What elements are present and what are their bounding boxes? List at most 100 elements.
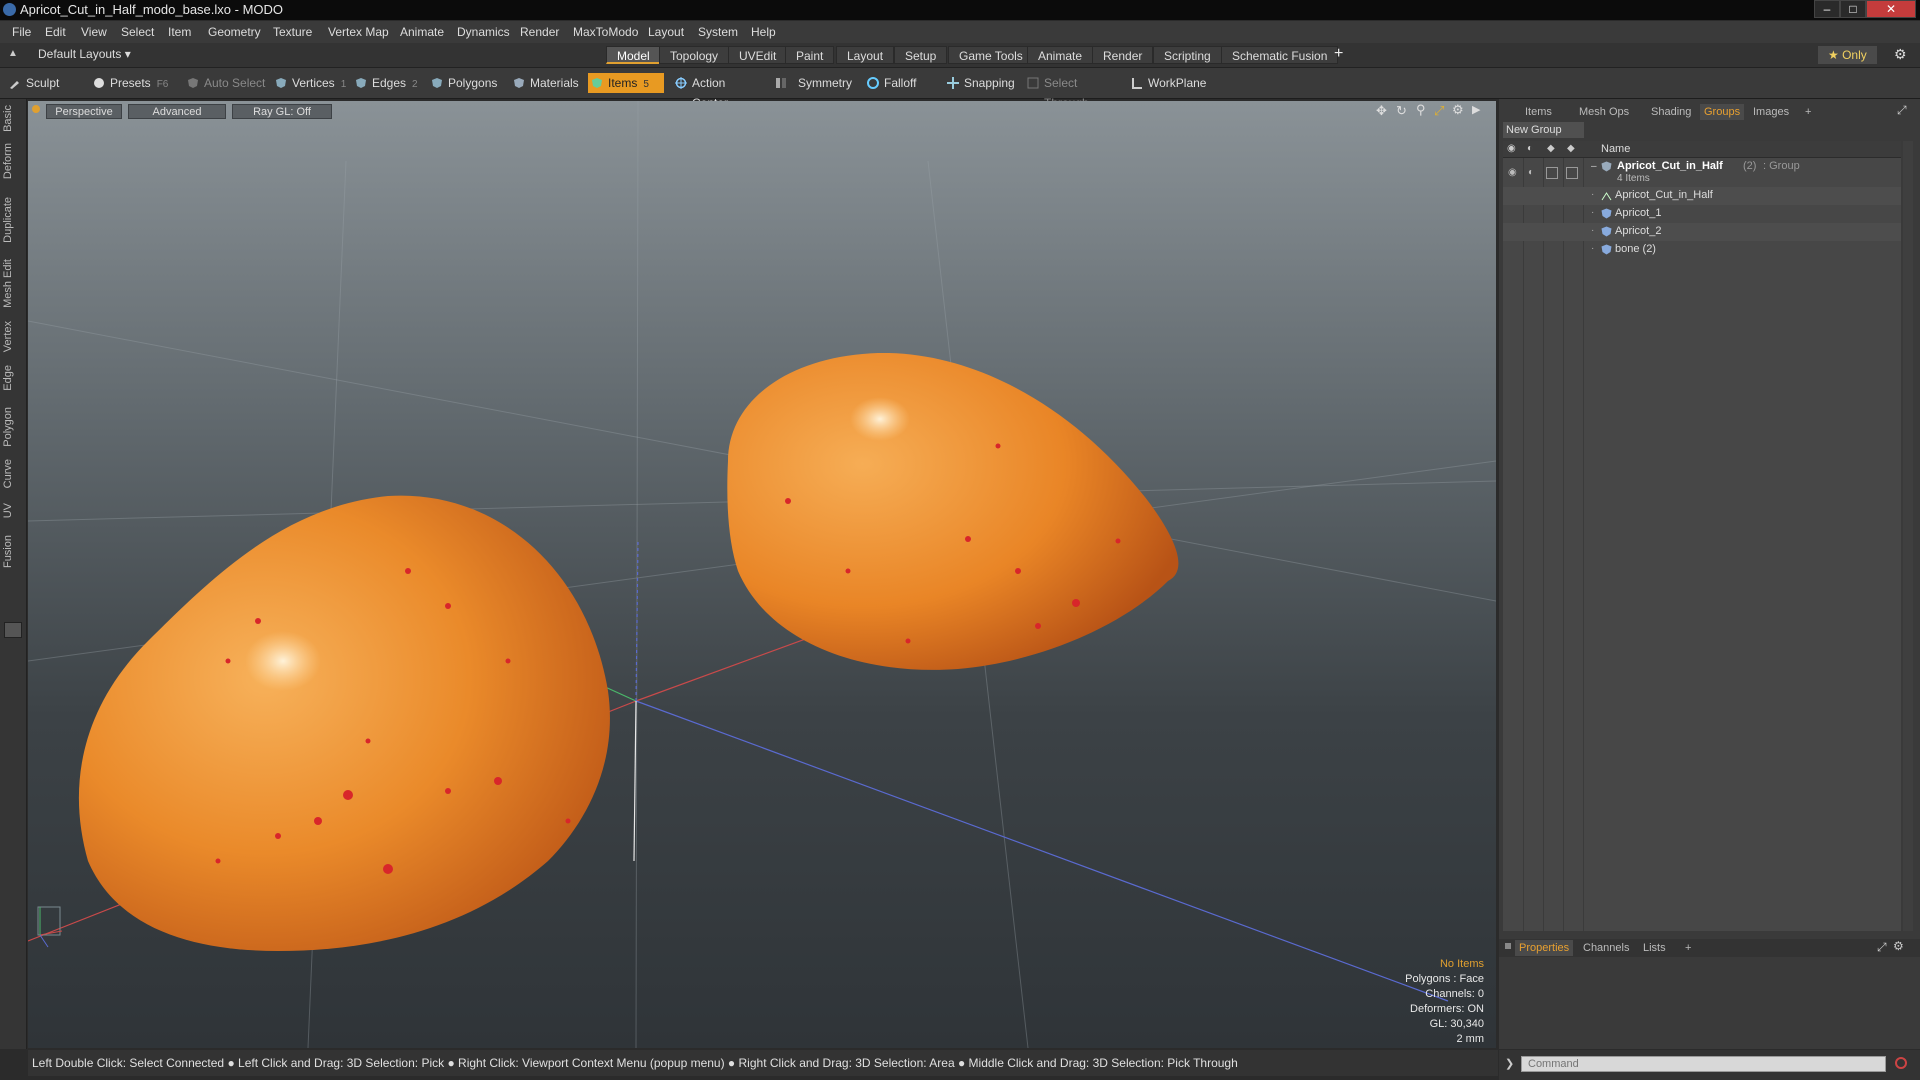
add-panel-tab-button[interactable]: + — [1801, 104, 1815, 120]
tab-paint[interactable]: Paint — [785, 46, 835, 64]
menu-dynamics[interactable]: Dynamics — [457, 25, 510, 39]
snapping-button[interactable]: Snapping — [944, 73, 1024, 93]
sculpt-label: Sculpt — [26, 76, 60, 90]
gear-icon[interactable]: ⚙ — [1894, 46, 1907, 63]
command-input[interactable] — [1521, 1056, 1886, 1072]
group-render-toggle[interactable]: ◐ — [1528, 167, 1534, 178]
materials-button[interactable]: Materials — [510, 73, 584, 93]
workplane-button[interactable]: WorkPlane — [1128, 73, 1212, 93]
close-button[interactable]: ✕ — [1866, 0, 1916, 18]
polygons-button[interactable]: Polygons — [428, 73, 502, 93]
select-through-button[interactable]: Select Through — [1024, 73, 1122, 110]
polygons-label: Polygons — [448, 76, 498, 90]
group-select-toggle[interactable] — [1566, 167, 1578, 179]
items-button[interactable]: Items 5 — [588, 73, 664, 93]
tab-uvedit[interactable]: UVEdit — [728, 46, 788, 64]
command-history-icon[interactable]: ❯ — [1505, 1057, 1514, 1070]
menu-vertex-map[interactable]: Vertex Map — [328, 25, 389, 39]
action-center-button[interactable]: Action Center — [672, 73, 764, 110]
menu-maxtomodo[interactable]: MaxToModo — [573, 25, 638, 39]
menu-layout[interactable]: Layout — [648, 25, 684, 39]
tab-model[interactable]: Model — [606, 46, 661, 64]
group-member-row[interactable]: · Apricot_2 — [1503, 223, 1901, 241]
tab-uv[interactable]: UV — [2, 503, 22, 518]
menu-view[interactable]: View — [81, 25, 107, 39]
group-lock-toggle[interactable] — [1546, 167, 1558, 179]
vertices-button[interactable]: Vertices 1 — [272, 73, 346, 93]
tab-layout[interactable]: Layout — [836, 46, 895, 64]
layout-icon[interactable]: ▲ — [8, 48, 18, 59]
symmetry-button[interactable]: Symmetry — [772, 73, 852, 93]
auto-select-button[interactable]: Auto Select — [184, 73, 268, 93]
group-member-row[interactable]: · Apricot_1 — [1503, 205, 1901, 223]
tab-polygon[interactable]: Polygon — [2, 407, 22, 447]
new-group-button[interactable]: New Group — [1503, 122, 1584, 138]
props-gear-icon[interactable]: ⚙ — [1893, 939, 1904, 953]
add-tab-button[interactable]: + — [1334, 45, 1343, 63]
add-props-tab-button[interactable]: + — [1681, 940, 1695, 956]
panel-toggle-button[interactable] — [4, 622, 22, 638]
menu-render[interactable]: Render — [520, 25, 559, 39]
tab-channels[interactable]: Channels — [1579, 940, 1633, 956]
name-column-header[interactable]: Name — [1601, 143, 1630, 155]
tab-shading[interactable]: Shading — [1647, 104, 1695, 120]
maximize-button[interactable]: □ — [1840, 0, 1866, 18]
tab-curve[interactable]: Curve — [2, 459, 22, 488]
tab-groups[interactable]: Groups — [1700, 104, 1745, 120]
tab-vertex[interactable]: Vertex — [2, 321, 22, 352]
lock-icon[interactable]: ◆ — [1547, 143, 1555, 154]
falloff-button[interactable]: Falloff — [864, 73, 936, 93]
minimize-button[interactable]: – — [1814, 0, 1840, 18]
apricot-half-left[interactable] — [78, 495, 610, 951]
menu-file[interactable]: File — [12, 25, 31, 39]
record-icon[interactable] — [1895, 1057, 1907, 1069]
eye-icon[interactable]: ◉ — [1507, 143, 1516, 154]
layout-select[interactable]: Default Layouts ▾ — [38, 47, 131, 61]
tab-edge[interactable]: Edge — [2, 365, 22, 391]
group-member-row[interactable]: · Apricot_Cut_in_Half — [1503, 187, 1901, 205]
group-row[interactable]: ◉ ◐ – Apricot_Cut_in_Half (2) : Group 4 … — [1503, 159, 1901, 187]
items-icon — [592, 78, 602, 88]
tab-topology[interactable]: Topology — [659, 46, 730, 64]
group-visibility-toggle[interactable]: ◉ — [1508, 167, 1517, 178]
menu-texture[interactable]: Texture — [273, 25, 312, 39]
tab-images[interactable]: Images — [1749, 104, 1793, 120]
groups-scrollbar[interactable] — [1903, 141, 1913, 931]
select-icon[interactable]: ◆ — [1567, 143, 1575, 154]
apricot-half-right[interactable] — [727, 352, 1179, 670]
tab-scripting[interactable]: Scripting — [1153, 46, 1222, 64]
3d-viewport[interactable]: Perspective Advanced Ray GL: Off ✥ ↻ ⚲ ⤢… — [28, 101, 1496, 1048]
tab-setup[interactable]: Setup — [894, 46, 948, 64]
tab-deform[interactable]: Deform — [2, 143, 22, 179]
tab-properties[interactable]: Properties — [1515, 940, 1574, 956]
scene-canvas[interactable] — [28, 101, 1496, 1048]
render-icon[interactable]: ◐ — [1527, 143, 1533, 154]
menu-edit[interactable]: Edit — [45, 25, 66, 39]
tab-schematic-fusion[interactable]: Schematic Fusion — [1221, 46, 1339, 64]
tab-lists[interactable]: Lists — [1639, 940, 1670, 956]
only-toggle[interactable]: ★ Only — [1818, 46, 1877, 64]
tab-mesh-edit[interactable]: Mesh Edit — [2, 259, 22, 308]
menu-select[interactable]: Select — [121, 25, 154, 39]
presets-button[interactable]: Presets F6 — [90, 73, 176, 93]
tab-fusion[interactable]: Fusion — [2, 535, 22, 568]
tab-basic[interactable]: Basic — [2, 105, 22, 132]
group-member-row[interactable]: · bone (2) — [1503, 241, 1901, 259]
tab-animate[interactable]: Animate — [1027, 46, 1094, 64]
collapse-icon[interactable]: – — [1591, 161, 1597, 172]
tab-items[interactable]: Items — [1521, 104, 1556, 120]
menu-help[interactable]: Help — [751, 25, 776, 39]
tab-game-tools[interactable]: Game Tools — [948, 46, 1034, 64]
menu-system[interactable]: System — [698, 25, 738, 39]
expand-icon[interactable]: ⤢ — [1897, 103, 1907, 118]
tab-duplicate[interactable]: Duplicate — [2, 197, 22, 243]
tab-mesh-ops[interactable]: Mesh Ops — [1575, 104, 1633, 120]
sculpt-button[interactable]: Sculpt — [6, 73, 86, 93]
menu-item[interactable]: Item — [168, 25, 191, 39]
expand-props-icon[interactable]: ⤢ — [1877, 940, 1887, 955]
edges-button[interactable]: Edges 2 — [352, 73, 424, 93]
tab-render[interactable]: Render — [1092, 46, 1154, 64]
tree-branch: · — [1591, 207, 1595, 218]
menu-animate[interactable]: Animate — [400, 25, 444, 39]
menu-geometry[interactable]: Geometry — [208, 25, 261, 39]
